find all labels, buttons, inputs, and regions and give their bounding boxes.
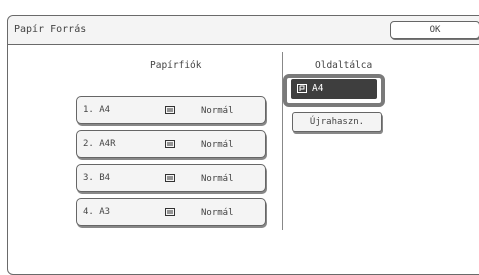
bypass-tray-icon: [297, 84, 307, 93]
dialog-title: Papír Forrás: [14, 24, 87, 35]
bypass-tray-label: A4: [312, 83, 324, 94]
paper-tray-icon: [165, 140, 175, 148]
tray-paper-type: Normál: [201, 174, 234, 184]
tray-paper-type: Normál: [201, 106, 234, 116]
tray-paper-type: Normál: [201, 140, 234, 150]
paper-tray-icon: [165, 208, 175, 216]
tray-button-3[interactable]: 3. B4 Normál: [76, 164, 266, 192]
bypass-tray-heading: Oldaltálca: [315, 60, 373, 71]
tray-name: 4. A3: [83, 207, 111, 217]
tray-button-1[interactable]: 1. A4 Normál: [76, 96, 266, 124]
title-bar: Papír Forrás OK: [8, 16, 479, 45]
reuse-button[interactable]: Újrahaszn.: [292, 112, 382, 132]
paper-tray-heading: Papírfiók: [150, 60, 202, 71]
paper-tray-icon: [165, 106, 175, 114]
tray-name: 2. A4R: [83, 139, 116, 149]
tray-button-4[interactable]: 4. A3 Normál: [76, 198, 266, 226]
bypass-tray-button[interactable]: A4: [291, 79, 377, 99]
paper-tray-icon: [165, 174, 175, 182]
tray-paper-type: Normál: [201, 208, 234, 218]
tray-button-2[interactable]: 2. A4R Normál: [76, 130, 266, 158]
tray-name: 3. B4: [83, 173, 111, 183]
tray-name: 1. A4: [83, 105, 111, 115]
ok-button[interactable]: OK: [390, 21, 479, 39]
